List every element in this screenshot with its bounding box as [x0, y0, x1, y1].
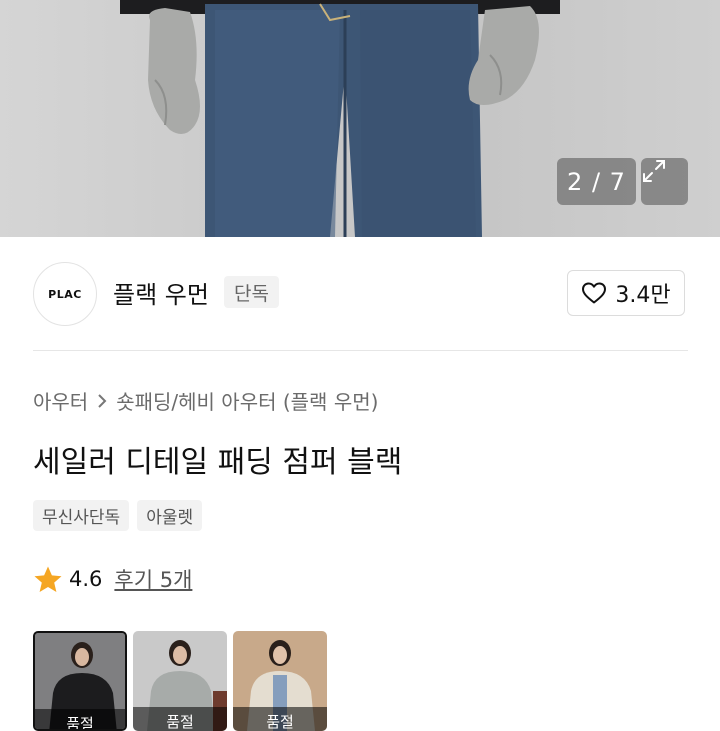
heart-outline-icon — [582, 282, 607, 304]
sold-out-label: 품절 — [233, 707, 327, 731]
star-icon — [34, 566, 62, 592]
review-link[interactable]: 후기 5개 — [114, 564, 192, 594]
image-page-counter: 2 / 7 — [557, 158, 636, 205]
color-option-gray[interactable]: 품절 — [133, 631, 227, 731]
rating-score: 4.6 — [69, 567, 103, 591]
like-count: 3.4만 — [615, 283, 671, 308]
product-tags: 무신사단독 아울렛 — [33, 500, 203, 531]
tag-outlet: 아울렛 — [137, 500, 203, 531]
exclusive-badge: 단독 — [224, 276, 279, 308]
like-button[interactable]: 3.4만 — [567, 270, 685, 316]
brand-name[interactable]: 플랙 우먼 — [113, 275, 209, 310]
brand-logo[interactable]: PLAC — [33, 262, 97, 326]
breadcrumb-item-outer[interactable]: 아우터 — [33, 386, 88, 415]
divider — [33, 350, 688, 351]
sold-out-label: 품절 — [35, 709, 125, 729]
expand-image-button[interactable] — [641, 158, 688, 205]
expand-icon — [643, 160, 665, 182]
rating: 4.6 후기 5개 — [33, 564, 192, 594]
color-option-black[interactable]: 품절 — [33, 631, 127, 731]
breadcrumb-item-padding[interactable]: 숏패딩/헤비 아우터 (플랙 우먼) — [116, 386, 378, 415]
product-title: 세일러 디테일 패딩 점퍼 블랙 — [33, 445, 403, 480]
sold-out-label: 품절 — [133, 707, 227, 731]
color-option-ivory[interactable]: 품절 — [233, 631, 327, 731]
color-options: 품절 품절 품절 — [33, 631, 327, 731]
product-image[interactable]: 2 / 7 — [0, 0, 720, 237]
breadcrumb: 아우터 숏패딩/헤비 아우터 (플랙 우먼) — [33, 386, 378, 415]
brand-logo-text: PLAC — [48, 287, 82, 301]
tag-musinsa-exclusive: 무신사단독 — [33, 500, 130, 531]
chevron-right-icon — [98, 393, 107, 408]
